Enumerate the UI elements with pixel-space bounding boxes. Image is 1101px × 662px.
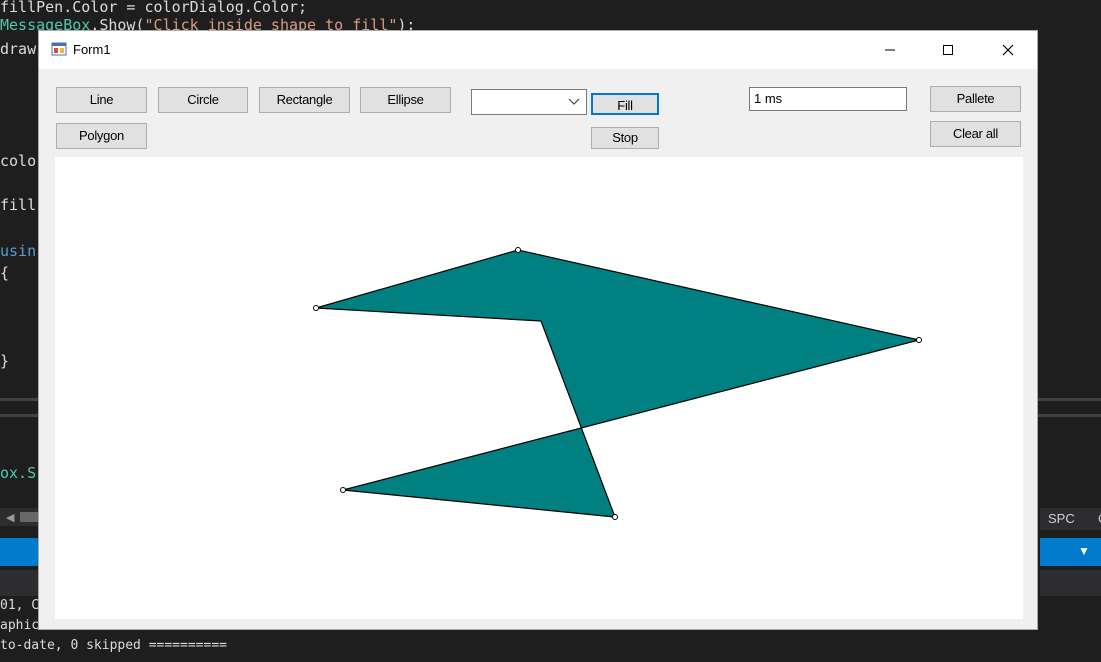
line-button[interactable]: Line — [56, 87, 147, 113]
drawing-canvas[interactable] — [55, 157, 1023, 619]
minimize-button[interactable] — [861, 31, 919, 69]
code-line: ox.S — [0, 464, 37, 482]
code-line: colo — [0, 152, 37, 170]
polygon-vertex — [313, 305, 319, 311]
chevron-down-icon — [568, 98, 580, 105]
stop-button[interactable]: Stop — [591, 127, 659, 149]
app-icon — [51, 42, 67, 56]
horizontal-scrollbar[interactable]: ◀ — [0, 508, 40, 526]
code-line: usin — [0, 242, 37, 260]
dropdown-arrow-icon[interactable]: ▼ — [1078, 544, 1090, 558]
code-line: { — [0, 264, 10, 282]
code-line: } — [0, 352, 10, 370]
ide-tab[interactable]: SPC C — [1040, 508, 1101, 530]
pallete-button[interactable]: Pallete — [930, 86, 1021, 112]
color-combobox[interactable] — [471, 89, 587, 115]
polygon-vertex — [612, 514, 618, 520]
code-line: fill — [0, 196, 37, 214]
clear-all-button[interactable]: Clear all — [930, 121, 1021, 147]
code-line: fillPen.Color = colorDialog.Color; — [0, 0, 308, 16]
scroll-left-icon[interactable]: ◀ — [6, 511, 14, 524]
rectangle-button[interactable]: Rectangle — [259, 87, 350, 113]
code-line: draw — [0, 40, 37, 58]
close-icon — [1002, 44, 1014, 56]
maximize-icon — [943, 45, 953, 55]
output-toolbar — [1040, 570, 1101, 596]
filled-polygon — [315, 249, 920, 518]
polygon-button[interactable]: Polygon — [56, 123, 147, 149]
title-bar[interactable]: Form1 — [39, 31, 1037, 69]
polygon-vertex — [515, 247, 521, 253]
close-button[interactable] — [979, 31, 1037, 69]
delay-input[interactable]: 1 ms — [749, 87, 907, 111]
canvas-drawing — [313, 247, 922, 520]
ellipse-button[interactable]: Ellipse — [360, 87, 451, 113]
status-bar — [0, 538, 40, 566]
form-window: Form1 Line Circle Rectangle Ellipse Poly… — [38, 30, 1038, 630]
polygon-vertex — [916, 337, 922, 343]
output-line: aphic — [0, 618, 40, 633]
minimize-icon — [885, 49, 895, 51]
status-bar: ▼ — [1040, 538, 1101, 566]
maximize-button[interactable] — [919, 31, 977, 69]
output-line: to-date, 0 skipped ========== — [0, 638, 227, 653]
scroll-thumb[interactable] — [20, 512, 38, 522]
fill-button[interactable]: Fill — [591, 93, 659, 115]
window-title: Form1 — [73, 42, 111, 57]
polygon-vertex — [340, 487, 346, 493]
output-toolbar — [0, 570, 40, 596]
circle-button[interactable]: Circle — [158, 87, 248, 113]
